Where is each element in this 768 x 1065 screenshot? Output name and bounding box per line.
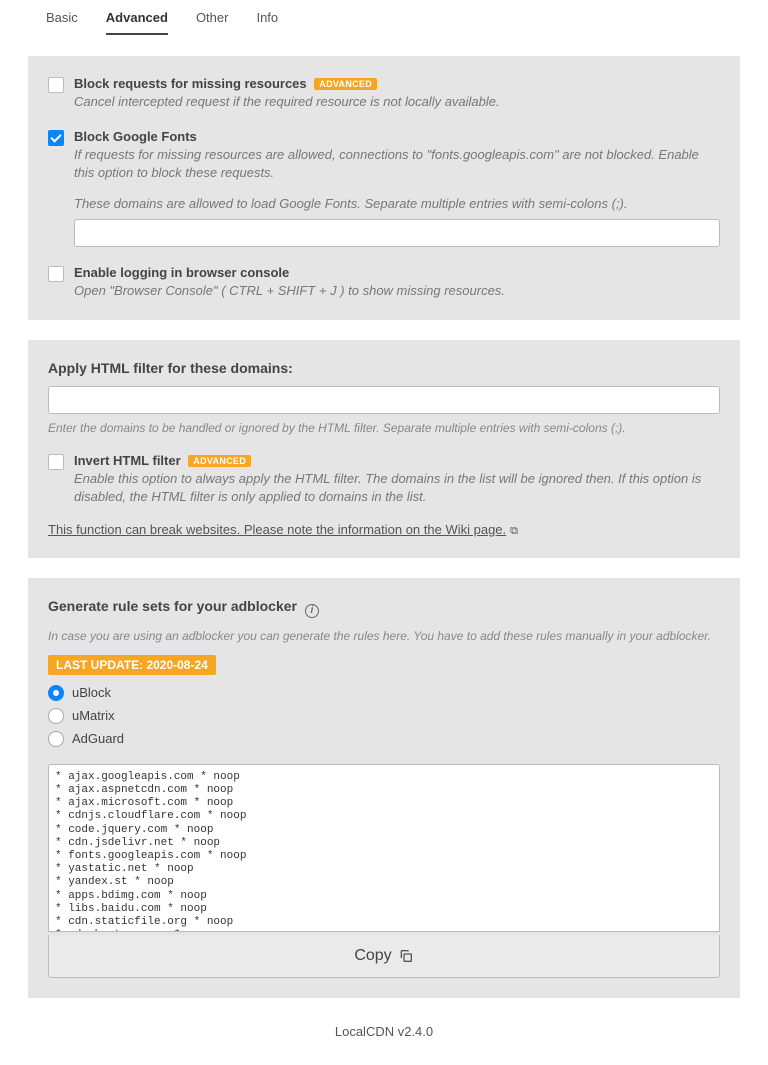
tab-basic[interactable]: Basic <box>46 10 78 35</box>
radio-ublock[interactable] <box>48 685 64 701</box>
block-fonts-checkbox[interactable] <box>48 130 64 146</box>
tabs: Basic Advanced Other Info <box>28 0 740 36</box>
tab-other[interactable]: Other <box>196 10 229 35</box>
ruleset-title: Generate rule sets for your adblocker i <box>48 598 720 618</box>
tab-advanced[interactable]: Advanced <box>106 10 168 35</box>
info-icon[interactable]: i <box>305 604 319 618</box>
wiki-warning-link[interactable]: This function can break websites. Please… <box>48 522 518 538</box>
logging-title: Enable logging in browser console <box>74 265 289 280</box>
block-missing-checkbox[interactable] <box>48 77 64 93</box>
invert-filter-title: Invert HTML filter <box>74 453 181 468</box>
external-link-icon: ⧉ <box>510 525 518 538</box>
html-filter-title: Apply HTML filter for these domains: <box>48 360 720 376</box>
html-filter-input[interactable] <box>48 386 720 414</box>
invert-filter-checkbox[interactable] <box>48 454 64 470</box>
rules-textarea[interactable] <box>48 764 720 932</box>
ruleset-panel: Generate rule sets for your adblocker i … <box>28 578 740 998</box>
advanced-badge: ADVANCED <box>314 78 377 90</box>
advanced-options-panel: Block requests for missing resources ADV… <box>28 56 740 320</box>
html-filter-hint: Enter the domains to be handled or ignor… <box>48 420 720 437</box>
advanced-badge: ADVANCED <box>188 455 251 467</box>
tab-info[interactable]: Info <box>256 10 278 35</box>
html-filter-panel: Apply HTML filter for these domains: Ent… <box>28 340 740 558</box>
footer-version: LocalCDN v2.4.0 <box>28 998 740 1065</box>
radio-adguard-label: AdGuard <box>72 731 124 746</box>
block-missing-title: Block requests for missing resources <box>74 76 307 91</box>
radio-adguard[interactable] <box>48 731 64 747</box>
fonts-allowlist-input[interactable] <box>74 219 720 247</box>
ruleset-desc: In case you are using an adblocker you c… <box>48 628 720 645</box>
radio-ublock-label: uBlock <box>72 685 111 700</box>
block-fonts-sub: These domains are allowed to load Google… <box>74 195 720 213</box>
logging-checkbox[interactable] <box>48 266 64 282</box>
block-missing-desc: Cancel intercepted request if the requir… <box>74 93 720 111</box>
invert-filter-desc: Enable this option to always apply the H… <box>74 470 720 506</box>
radio-umatrix[interactable] <box>48 708 64 724</box>
last-update-badge: LAST UPDATE: 2020-08-24 <box>48 655 216 675</box>
block-fonts-title: Block Google Fonts <box>74 129 197 144</box>
logging-desc: Open "Browser Console" ( CTRL + SHIFT + … <box>74 282 720 300</box>
copy-icon <box>398 948 414 964</box>
copy-button[interactable]: Copy <box>48 935 720 978</box>
radio-umatrix-label: uMatrix <box>72 708 115 723</box>
block-fonts-desc: If requests for missing resources are al… <box>74 146 720 182</box>
